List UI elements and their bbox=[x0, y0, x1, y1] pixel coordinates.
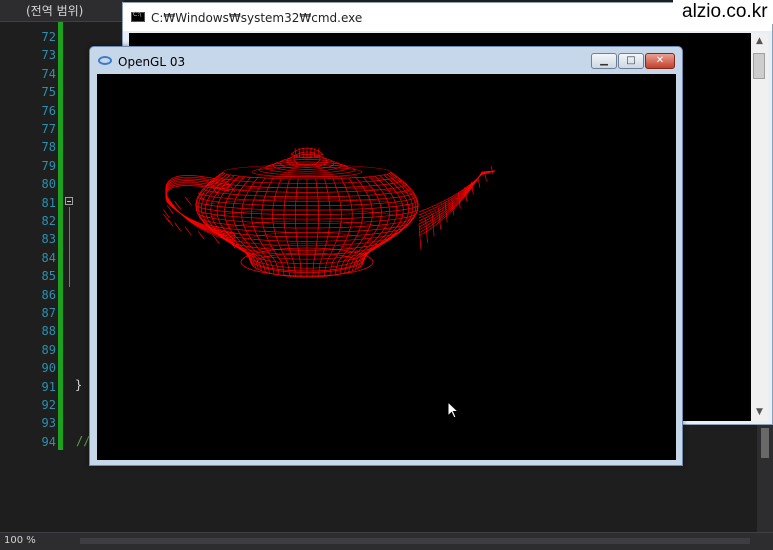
line-number: 72 bbox=[41, 30, 56, 44]
editor-vertical-scrollbar[interactable] bbox=[757, 420, 773, 532]
mouse-cursor-icon bbox=[447, 401, 460, 419]
line-number: 80 bbox=[41, 177, 56, 192]
maximize-button[interactable]: □ bbox=[618, 53, 644, 69]
scroll-up-icon[interactable]: ▲ bbox=[751, 33, 768, 50]
line-number: 92 bbox=[41, 398, 56, 412]
console-vertical-scrollbar[interactable]: ▲ ▼ bbox=[751, 33, 768, 421]
line-number: 93 bbox=[41, 416, 56, 431]
close-button[interactable]: ✕ bbox=[645, 53, 675, 69]
watermark: alzio.co.kr bbox=[673, 0, 773, 24]
line-number: 87 bbox=[41, 306, 56, 320]
zoom-level[interactable]: 100 % bbox=[4, 535, 36, 546]
editor-status-strip: 100 % bbox=[0, 532, 773, 550]
line-number: 79 bbox=[41, 158, 56, 173]
scroll-down-icon[interactable]: ▼ bbox=[751, 404, 768, 421]
line-number: 89 bbox=[41, 342, 56, 357]
line-number: 85 bbox=[41, 269, 56, 284]
line-number: 82 bbox=[41, 214, 56, 228]
line-number: 88 bbox=[41, 324, 56, 339]
wireframe-teapot bbox=[163, 147, 496, 278]
line-number: 94 bbox=[41, 434, 56, 449]
minimize-button[interactable]: ▁ bbox=[591, 53, 617, 69]
opengl-window[interactable]: OpenGL 03 ▁ □ ✕ bbox=[89, 46, 683, 466]
line-number: 77 bbox=[41, 122, 56, 136]
line-number: 83 bbox=[41, 232, 56, 247]
cmd-window-title: C:₩Windows₩system32₩cmd.exe bbox=[151, 11, 363, 25]
line-number: 74 bbox=[41, 66, 56, 81]
opengl-titlebar[interactable]: OpenGL 03 ▁ □ ✕ bbox=[90, 47, 682, 73]
line-number: 91 bbox=[41, 379, 56, 394]
line-number: 78 bbox=[41, 140, 56, 155]
line-number: 86 bbox=[41, 287, 56, 302]
line-number: 75 bbox=[41, 85, 56, 100]
scroll-thumb[interactable] bbox=[761, 428, 769, 458]
opengl-canvas[interactable] bbox=[97, 74, 676, 460]
scope-dropdown[interactable]: (전역 범위) bbox=[0, 0, 124, 22]
line-number: 73 bbox=[41, 48, 56, 63]
line-number-gutter: 72 73 74 75 76 77 78 79 80 81 82 83 84 85 86 87 88 89 90 91… bbox=[0, 22, 60, 532]
line-number: 90 bbox=[41, 361, 56, 376]
line-number: 81 bbox=[41, 195, 56, 210]
scroll-thumb[interactable] bbox=[753, 53, 765, 79]
window-controls: ▁ □ ✕ bbox=[590, 53, 675, 70]
editor-horizontal-scrollbar[interactable] bbox=[80, 538, 750, 544]
opengl-window-title: OpenGL 03 bbox=[118, 55, 186, 69]
line-number: 84 bbox=[41, 250, 56, 265]
app-icon bbox=[98, 56, 112, 65]
line-number: 76 bbox=[41, 103, 56, 118]
code-closing-brace: } bbox=[75, 378, 83, 392]
console-icon bbox=[131, 11, 145, 22]
